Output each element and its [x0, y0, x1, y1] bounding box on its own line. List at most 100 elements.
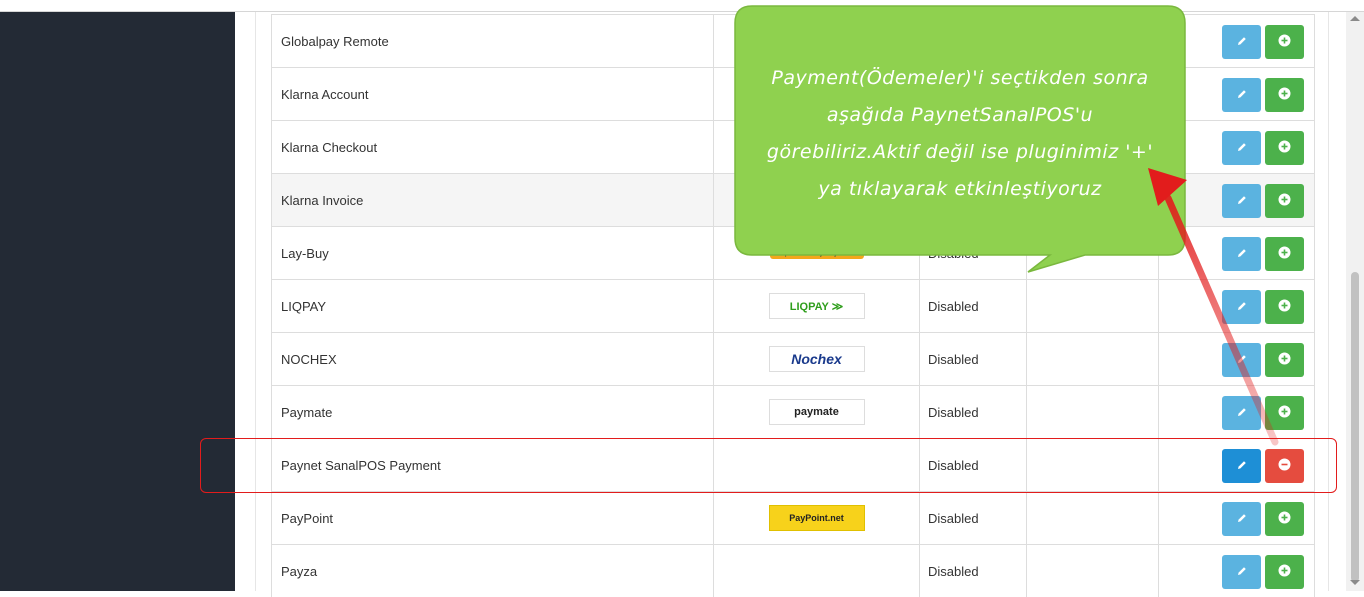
- extension-name: Klarna Checkout: [272, 121, 714, 173]
- highlight-box: [200, 438, 1337, 493]
- table-row: PayPoint PayPoint.net Disabled: [272, 491, 1314, 544]
- extension-logo: powered by PayPal: [769, 247, 864, 259]
- table-row: Payza Disabled: [272, 544, 1314, 597]
- pencil-icon: [1236, 565, 1248, 580]
- table-row: Paymate paymate Disabled: [272, 385, 1314, 438]
- plus-circle-icon: [1278, 299, 1291, 315]
- edit-button[interactable]: [1222, 131, 1261, 165]
- extension-name: LIQPAY: [272, 280, 714, 332]
- plus-circle-icon: [1278, 246, 1291, 262]
- extension-name: Globalpay Remote: [272, 15, 714, 67]
- extension-name: Paymate: [272, 386, 714, 438]
- pencil-icon: [1236, 300, 1248, 315]
- extension-logo-cell: [714, 545, 920, 597]
- panel-left-border: [255, 12, 256, 591]
- sort-order-cell: [1027, 280, 1159, 332]
- extension-status: Disabled: [920, 227, 1027, 279]
- pencil-icon: [1236, 141, 1248, 156]
- extension-logo: Nochex: [768, 346, 865, 372]
- actions-cell: [1159, 227, 1314, 279]
- edit-button[interactable]: [1222, 78, 1261, 112]
- extension-status: Disabled: [920, 280, 1027, 332]
- plus-circle-icon: [1278, 352, 1291, 368]
- table-row: LIQPAY LIQPAY ≫ Disabled: [272, 279, 1314, 332]
- install-button[interactable]: [1265, 184, 1304, 218]
- plus-circle-icon: [1278, 564, 1291, 580]
- extension-logo-cell: PayPoint.net: [714, 492, 920, 544]
- extension-logo: LIQPAY ≫: [768, 293, 865, 319]
- extension-logo-cell: LIQPAY ≫: [714, 280, 920, 332]
- sort-order-cell: [1027, 227, 1159, 279]
- edit-button[interactable]: [1222, 343, 1261, 377]
- plus-circle-icon: [1278, 193, 1291, 209]
- scrollbar-thumb[interactable]: [1351, 272, 1359, 582]
- install-button[interactable]: [1265, 131, 1304, 165]
- plus-circle-icon: [1278, 511, 1291, 527]
- pencil-icon: [1236, 194, 1248, 209]
- actions-cell: [1159, 386, 1314, 438]
- pencil-icon: [1236, 247, 1248, 262]
- extension-logo-cell: Nochex: [714, 333, 920, 385]
- install-button[interactable]: [1265, 396, 1304, 430]
- scroll-down-arrow-icon[interactable]: [1350, 580, 1360, 585]
- extension-name: PayPoint: [272, 492, 714, 544]
- pencil-icon: [1236, 35, 1248, 50]
- extension-name: Klarna Account: [272, 68, 714, 120]
- plus-circle-icon: [1278, 34, 1291, 50]
- extension-logo-cell: powered by PayPal: [714, 227, 920, 279]
- install-button[interactable]: [1265, 343, 1304, 377]
- actions-cell: [1159, 68, 1314, 120]
- sidebar: [0, 12, 235, 591]
- extension-status: Disabled: [920, 333, 1027, 385]
- sort-order-cell: [1027, 333, 1159, 385]
- scroll-up-arrow-icon[interactable]: [1350, 16, 1360, 21]
- actions-cell: [1159, 15, 1314, 67]
- callout-line: aşağıda PaynetSanalPOS'u: [826, 104, 1094, 126]
- install-button[interactable]: [1265, 502, 1304, 536]
- actions-cell: [1159, 492, 1314, 544]
- plus-circle-icon: [1278, 87, 1291, 103]
- edit-button[interactable]: [1222, 184, 1261, 218]
- extension-status: Disabled: [920, 492, 1027, 544]
- sort-order-cell: [1027, 386, 1159, 438]
- actions-cell: [1159, 333, 1314, 385]
- extension-logo-cell: paymate: [714, 386, 920, 438]
- extension-name: Klarna Invoice: [272, 174, 714, 226]
- extension-name: Payza: [272, 545, 714, 597]
- extension-logo: paymate: [768, 399, 865, 425]
- sort-order-cell: [1027, 545, 1159, 597]
- table-row: NOCHEX Nochex Disabled: [272, 332, 1314, 385]
- plus-circle-icon: [1278, 140, 1291, 156]
- actions-cell: [1159, 280, 1314, 332]
- scrollbar[interactable]: [1346, 12, 1364, 591]
- install-button[interactable]: [1265, 555, 1304, 589]
- install-button[interactable]: [1265, 78, 1304, 112]
- install-button[interactable]: [1265, 290, 1304, 324]
- pencil-icon: [1236, 88, 1248, 103]
- edit-button[interactable]: [1222, 290, 1261, 324]
- edit-button[interactable]: [1222, 555, 1261, 589]
- callout-line: görebiliriz.Aktif değil ise pluginimiz '…: [766, 141, 1154, 163]
- callout-line: ya tıklayarak etkinleştiyoruz: [818, 178, 1102, 200]
- edit-button[interactable]: [1222, 25, 1261, 59]
- extension-name: NOCHEX: [272, 333, 714, 385]
- install-button[interactable]: [1265, 25, 1304, 59]
- edit-button[interactable]: [1222, 502, 1261, 536]
- panel-right-border: [1328, 12, 1329, 591]
- install-button[interactable]: [1265, 237, 1304, 271]
- actions-cell: [1159, 121, 1314, 173]
- top-bar: [0, 0, 1364, 12]
- extension-status: Disabled: [920, 545, 1027, 597]
- edit-button[interactable]: [1222, 237, 1261, 271]
- pencil-icon: [1236, 512, 1248, 527]
- extension-status: Disabled: [920, 386, 1027, 438]
- actions-cell: [1159, 545, 1314, 597]
- callout-text: Payment(Ödemeler)'i seçtikden sonra aşağ…: [742, 60, 1178, 208]
- pencil-icon: [1236, 406, 1248, 421]
- sort-order-cell: [1027, 492, 1159, 544]
- actions-cell: [1159, 174, 1314, 226]
- extension-logo: PayPoint.net: [768, 505, 865, 531]
- extension-name: Lay-Buy: [272, 227, 714, 279]
- plus-circle-icon: [1278, 405, 1291, 421]
- edit-button[interactable]: [1222, 396, 1261, 430]
